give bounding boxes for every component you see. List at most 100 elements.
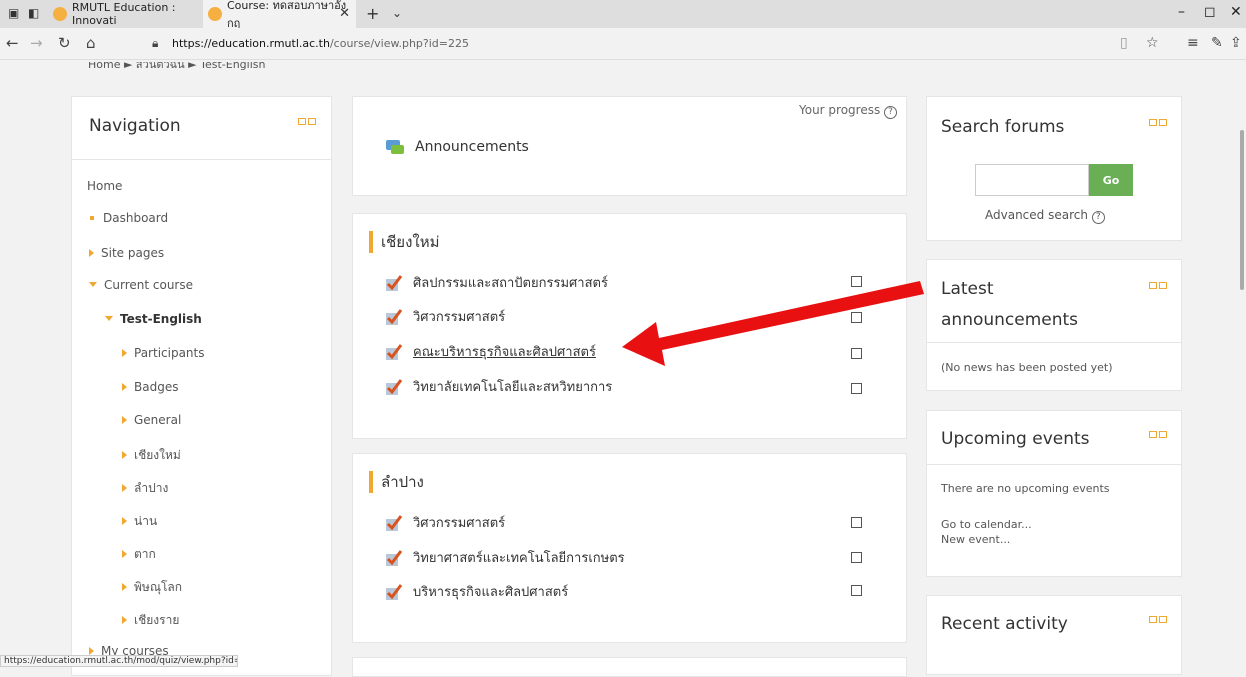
nav-home[interactable]: Home	[87, 179, 122, 193]
recent-activity-title: Recent activity	[941, 614, 1068, 634]
upcoming-events-title: Upcoming events	[941, 429, 1090, 449]
activity-label: วิศวกรรมศาสตร์	[413, 310, 506, 325]
completion-checkbox[interactable]	[851, 552, 862, 563]
nav-item-nan[interactable]: น่าน	[122, 512, 157, 531]
maximize-icon[interactable]: ◻	[1204, 4, 1216, 20]
nav-item-chiangmai[interactable]: เชียงใหม่	[122, 446, 181, 465]
go-to-calendar-link[interactable]: Go to calendar...	[941, 518, 1032, 531]
activity-item[interactable]: บริหารธุรกิจและศิลปศาสตร์	[385, 581, 568, 602]
new-event-link[interactable]: New event...	[941, 533, 1010, 546]
navigation-block: Navigation Home Dashboard Site pages Cur…	[71, 96, 332, 676]
dock-icon[interactable]	[298, 118, 318, 127]
nav-dashboard[interactable]: Dashboard	[90, 211, 168, 225]
search-forums-input[interactable]	[975, 164, 1089, 196]
tab-label: RMUTL Education : Innovati	[72, 1, 176, 27]
page-scrollbar[interactable]	[1240, 130, 1244, 290]
lock-icon: 🔒︎	[152, 36, 159, 50]
nav-item-badges[interactable]: Badges	[122, 380, 178, 394]
nav-item-general[interactable]: General	[122, 413, 181, 427]
tab-list-icon[interactable]: ▣	[8, 6, 19, 20]
site-favicon-icon	[208, 7, 222, 21]
reading-view-icon[interactable]: ▯	[1120, 35, 1128, 51]
tab-rmutl-education[interactable]: RMUTL Education : Innovati	[48, 0, 200, 28]
no-events-text: There are no upcoming events	[941, 482, 1110, 495]
recent-activity-block: Recent activity	[926, 595, 1182, 675]
forward-arrow-icon[interactable]: →	[30, 34, 43, 52]
address-bar: ← → ↻ ⌂ 🔒︎ https://education.rmutl.ac.th…	[0, 28, 1246, 60]
completion-checkbox[interactable]	[851, 585, 862, 596]
dock-icon[interactable]	[1149, 431, 1169, 440]
minimize-icon[interactable]: –	[1178, 4, 1185, 20]
bullet-icon	[90, 216, 94, 220]
home-icon[interactable]: ⌂	[86, 34, 96, 52]
checklist-icon	[386, 549, 403, 566]
nav-item-lampang[interactable]: ลำปาง	[122, 479, 168, 498]
completion-checkbox[interactable]	[851, 312, 862, 323]
completion-checkbox[interactable]	[851, 276, 862, 287]
status-bar-url: https://education.rmutl.ac.th/mod/quiz/v…	[0, 655, 238, 667]
checklist-icon	[386, 308, 403, 325]
tab-course[interactable]: Course: ทดสอบภาษาอังกฤ ✕	[203, 0, 356, 30]
expand-arrow-icon	[122, 383, 127, 391]
expand-arrow-icon	[122, 550, 127, 558]
back-arrow-icon[interactable]: ←	[6, 34, 19, 52]
advanced-search-link[interactable]: Advanced search ?	[985, 208, 1105, 224]
new-tab-button[interactable]: +	[366, 4, 379, 23]
announcements-label: Announcements	[415, 139, 529, 155]
favorites-hub-icon[interactable]: ≡	[1187, 35, 1199, 51]
dock-icon[interactable]	[1149, 616, 1169, 625]
checklist-icon	[386, 583, 403, 600]
close-tab-icon[interactable]: ✕	[339, 6, 350, 21]
expand-arrow-icon	[122, 349, 127, 357]
expand-arrow-icon	[122, 484, 127, 492]
activity-label: บริหารธุรกิจและศิลปศาสตร์	[413, 585, 569, 600]
tab-dropdown-icon[interactable]: ⌄	[392, 6, 402, 20]
activity-label: วิศวกรรมศาสตร์	[413, 516, 506, 531]
url-path: /course/view.php?id=225	[329, 37, 469, 50]
activity-item-business-admin[interactable]: คณะบริหารธุรกิจและศิลปศาสตร์	[385, 341, 596, 362]
upcoming-events-block: Upcoming events There are no upcoming ev…	[926, 410, 1182, 577]
nav-current-course[interactable]: Current course	[89, 278, 193, 292]
activity-item[interactable]: วิทยาศาสตร์และเทคโนโลยีการเกษตร	[385, 547, 625, 568]
help-icon[interactable]: ?	[884, 106, 898, 119]
nav-item-label: ตาก	[134, 547, 156, 561]
navigation-title: Navigation	[89, 116, 181, 136]
help-icon[interactable]: ?	[1091, 211, 1105, 224]
completion-checkbox[interactable]	[851, 517, 862, 528]
nav-item-participants[interactable]: Participants	[122, 346, 205, 360]
nav-item-label: พิษณุโลก	[134, 580, 183, 594]
nav-item-chiangrai[interactable]: เชียงราย	[122, 611, 179, 630]
go-button[interactable]: Go	[1089, 164, 1133, 196]
url-field[interactable]: https://education.rmutl.ac.th/course/vie…	[172, 37, 469, 50]
section-title: ลำปาง	[369, 471, 424, 493]
share-icon[interactable]: ⇪	[1230, 35, 1242, 51]
activity-item[interactable]: ศิลปกรรมและสถาปัตยกรรมศาสตร์	[385, 272, 608, 293]
dock-icon[interactable]	[1149, 282, 1169, 291]
refresh-icon[interactable]: ↻	[58, 34, 71, 52]
tab-back-icon[interactable]: ◧	[28, 6, 39, 20]
activity-item[interactable]: วิศวกรรมศาสตร์	[385, 512, 505, 533]
nav-item-phitsanulok[interactable]: พิษณุโลก	[122, 578, 182, 597]
activity-item[interactable]: วิศวกรรมศาสตร์	[385, 306, 505, 327]
section-lampang: ลำปาง วิศวกรรมศาสตร์ วิทยาศาสตร์และเทคโน…	[352, 453, 907, 643]
notes-pen-icon[interactable]: ✎	[1211, 35, 1223, 51]
close-window-icon[interactable]: ✕	[1230, 4, 1242, 20]
activity-item[interactable]: วิทยาลัยเทคโนโลยีและสหวิทยาการ	[385, 376, 612, 397]
dock-icon[interactable]	[1149, 119, 1169, 128]
completion-checkbox[interactable]	[851, 348, 862, 359]
nav-item-label: เชียงใหม่	[134, 448, 181, 462]
nav-course-test-english[interactable]: Test-English	[105, 312, 202, 326]
expand-arrow-icon	[122, 416, 127, 424]
favorite-star-icon[interactable]: ☆	[1146, 35, 1159, 51]
progress-label: Your progress ?	[799, 103, 898, 119]
collapse-arrow-icon	[89, 282, 97, 287]
nav-current-course-label: Current course	[104, 278, 193, 292]
completion-checkbox[interactable]	[851, 383, 862, 394]
expand-arrow-icon	[122, 583, 127, 591]
next-section-block	[352, 657, 907, 677]
browser-tab-bar: ▣ ◧ RMUTL Education : Innovati Course: ท…	[0, 0, 1246, 30]
activity-label: วิทยาลัยเทคโนโลยีและสหวิทยาการ	[413, 380, 613, 395]
nav-item-tak[interactable]: ตาก	[122, 545, 156, 564]
nav-site-pages[interactable]: Site pages	[89, 246, 164, 260]
announcements-link[interactable]: Announcements	[385, 137, 529, 157]
